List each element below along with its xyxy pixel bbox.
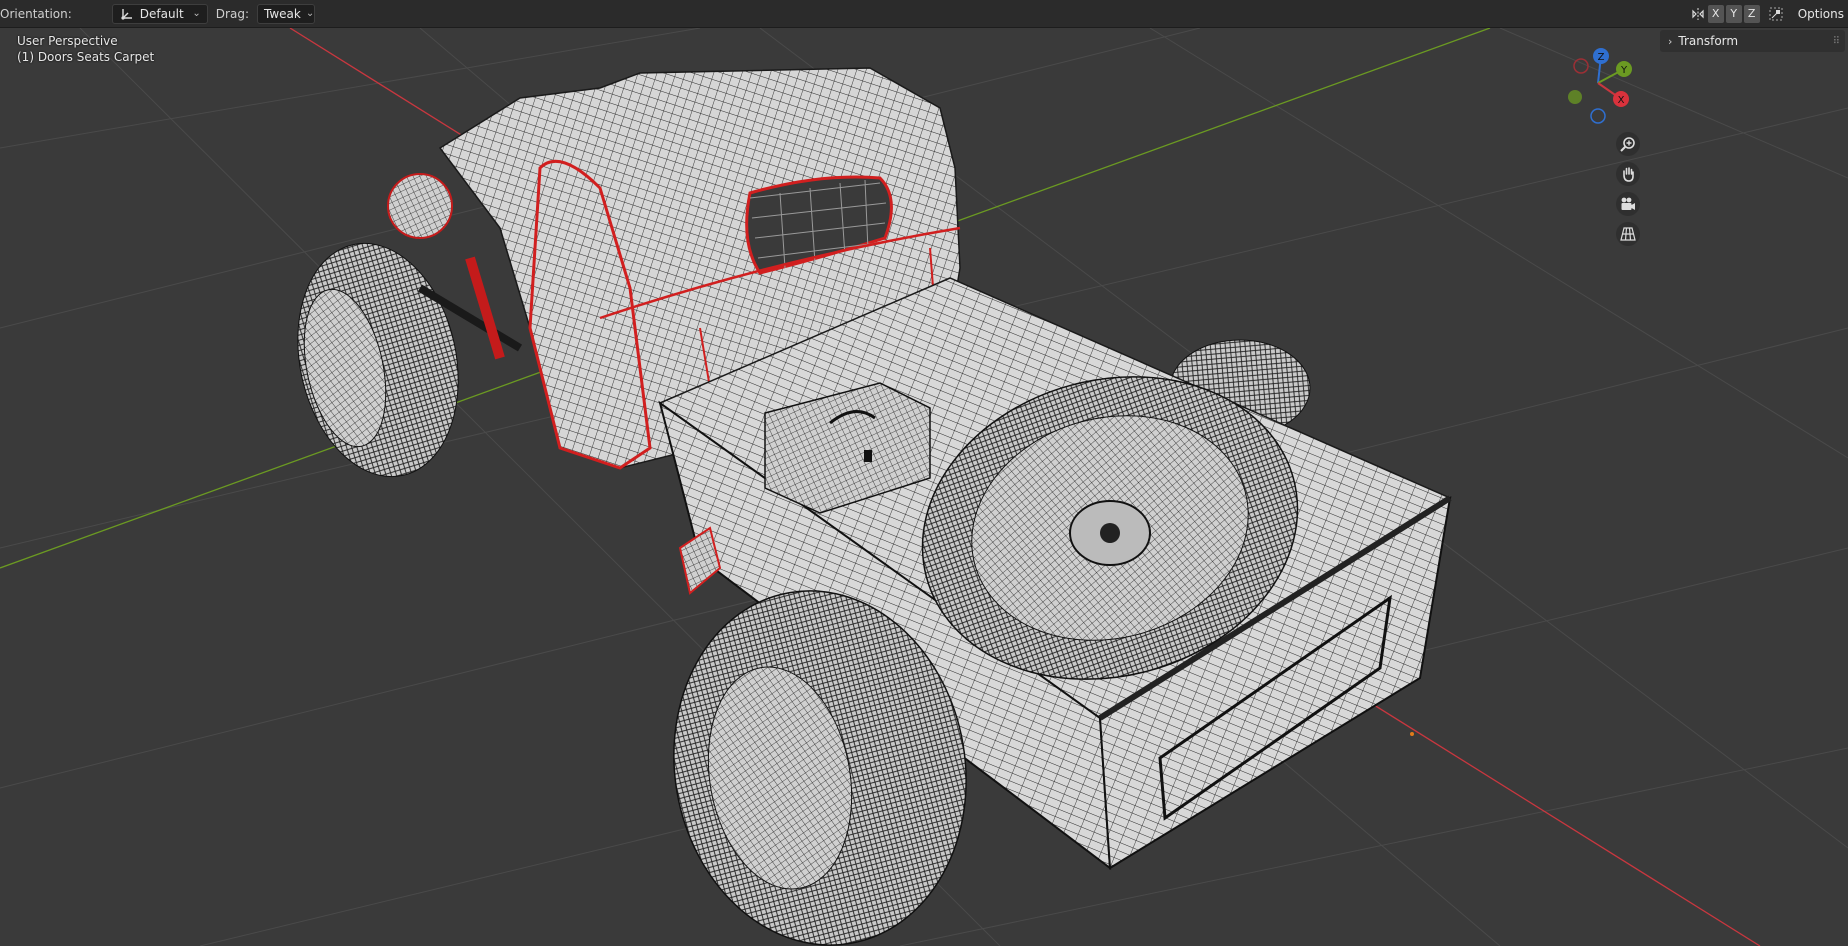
mirror-y-toggle[interactable]: Y [1725, 4, 1742, 23]
view-name: User Perspective [17, 34, 118, 48]
mirror-icon[interactable] [1690, 6, 1706, 22]
camera-view-button[interactable] [1616, 192, 1640, 216]
viewport-header: Orientation: Default ⌄ Drag: Tweak ⌄ X Y… [0, 0, 1848, 28]
headlight [387, 173, 453, 239]
orientation-value: Default [139, 6, 184, 21]
snap-icon[interactable] [1768, 6, 1784, 22]
navigation-gizmo[interactable]: Z Y X [1555, 40, 1641, 126]
gizmo-x-label: X [1618, 95, 1625, 106]
mirror-x-toggle[interactable]: X [1707, 4, 1724, 23]
chevron-down-icon: ⌄ [305, 8, 315, 19]
grid-perspective-icon [1620, 227, 1636, 241]
chevron-right-icon: › [1668, 34, 1673, 48]
pan-button[interactable] [1616, 162, 1640, 186]
options-button[interactable]: Options [1784, 7, 1848, 21]
transform-orientation-icon [119, 6, 135, 22]
chevron-down-icon: ⌄ [192, 8, 201, 19]
camera-icon [1621, 197, 1635, 210]
drag-dropdown[interactable]: Tweak ⌄ [256, 3, 315, 24]
coil-spring [465, 256, 505, 360]
gizmo-z-label: Z [1598, 52, 1605, 63]
drag-label: Drag: [215, 6, 249, 21]
zoom-icon [1620, 137, 1635, 152]
drag-grip-icon[interactable]: ⠿ [1833, 36, 1840, 47]
perspective-toggle-button[interactable] [1616, 222, 1640, 246]
mirror-z-toggle[interactable]: Z [1743, 4, 1760, 23]
blender-3d-viewport: Orientation: Default ⌄ Drag: Tweak ⌄ X Y… [0, 0, 1848, 946]
3d-viewport[interactable]: User Perspective (1) Doors Seats Carpet … [0, 28, 1848, 946]
orientation-label: Orientation: [0, 6, 72, 21]
hand-icon [1623, 167, 1634, 182]
transform-label: Transform [1678, 34, 1739, 48]
orientation-dropdown[interactable]: Default ⌄ [111, 3, 208, 24]
active-object: (1) Doors Seats Carpet [17, 50, 155, 64]
scene-render [0, 28, 1848, 946]
drag-value: Tweak [263, 6, 301, 21]
gizmo-y-label: Y [1620, 65, 1628, 76]
zoom-button[interactable] [1616, 132, 1640, 156]
transform-panel-header[interactable]: › Transform ⠿ [1660, 30, 1845, 52]
